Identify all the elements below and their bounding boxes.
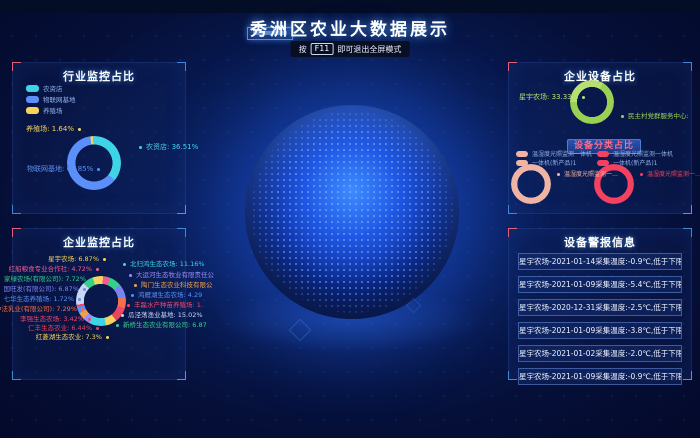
globe-visualization: [245, 105, 459, 319]
category-donut-left: [511, 164, 551, 204]
panel-enterprise-monitor: 企业监控占比 星宇农场: 6.87% 红船粮食专业合作社: 4.72% 家绿农场…: [12, 228, 186, 380]
alarm-row: 星宇农场-2020-12-31采集温度:-2.5℃,低于下限:0℃: [518, 299, 682, 316]
slice-label: 丰磊水产种苗养殖场: 1.: [127, 301, 203, 309]
slice-label: 七华生态养殖场: 1.72%: [4, 295, 81, 303]
category-donut-right: [594, 164, 634, 204]
donut-pointer-label: 温湿度光照监测一…: [557, 171, 618, 179]
alarm-row: 星宇农场-2021-01-09采集温度:-0.9℃,低于下限:0℃: [518, 368, 682, 385]
legend-swatch: [597, 151, 609, 157]
slice-label: 民主村党群服务中心:: [621, 112, 689, 120]
slice-label: 陶门生态农业科技有限公: [134, 281, 213, 289]
slice-label: 中法乳业(有限公司): 7.29%: [0, 305, 84, 313]
donut-pointer-label: 温湿度光照监测一…: [640, 171, 700, 179]
slice-label: 李强生态农场: 3.42%: [20, 315, 91, 323]
dashboard: 秀洲区农业大数据展示 按 F11 即可退出全屏模式 行业监控占比 农资店 物联网…: [0, 0, 700, 438]
fullscreen-hint: 按 F11 即可退出全屏模式: [291, 41, 410, 57]
slice-label: 星宇农场: 33.33%: [519, 93, 585, 101]
panel-industry-monitor: 行业监控占比 农资店 物联网基地 养殖场 养殖场: 1.64% 农资店: 36.…: [12, 62, 186, 214]
legend-item: 物联网基地: [26, 94, 76, 104]
slice-label: 家绿农场(有限公司): 7.72%: [4, 275, 93, 283]
legend-item: 农资店: [26, 83, 63, 93]
slice-label: 星宇农场: 6.87%: [48, 255, 106, 263]
legend-swatch: [26, 96, 39, 103]
legend-label: 养殖场: [43, 105, 63, 115]
panel-title-industry: 行业监控占比: [13, 68, 185, 84]
alarm-row: 星宇农场-2021-01-09采集温度:-5.4℃,低于下限:0℃: [518, 276, 682, 293]
globe-dot-map: [251, 111, 453, 313]
alarm-row: 星宇农场-2021-01-02采集温度:-2.0℃,低于下限:0℃: [518, 345, 682, 362]
hint-prefix: 按: [299, 44, 307, 55]
legend-item: 温湿度光照监测一体机: [516, 149, 592, 158]
slice-label: 红菱湖生态农业: 7.3%: [36, 333, 109, 341]
legend-label: 温湿度光照监测一体机: [613, 149, 673, 158]
legend-swatch: [26, 107, 39, 114]
slice-label: 鸿雁湖生态农场: 4.29: [131, 291, 202, 299]
page-title: 秀洲区农业大数据展示: [0, 15, 700, 40]
legend-item: 养殖场: [26, 105, 63, 115]
slice-label: 国旺发(有限公司): 6.87%: [4, 285, 86, 293]
slice-label: 养殖场: 1.64%: [26, 125, 81, 133]
slice-label: 新桥生态农业有限公司: 6.87: [116, 321, 207, 329]
hint-suffix: 即可退出全屏模式: [337, 44, 401, 55]
industry-donut-chart: [67, 136, 121, 190]
device-donut-chart: [570, 80, 614, 124]
panel-title-alarms: 设备警报信息: [509, 234, 691, 250]
legend-label: 物联网基地: [43, 94, 76, 104]
slice-label: 大运河生态牧业有限责任公: [129, 271, 214, 279]
alarm-list: 星宇农场-2021-01-14采集温度:-0.9℃,低于下限:0℃ 星宇农场-2…: [518, 253, 682, 385]
f11-key-badge: F11: [311, 43, 334, 55]
legend-label: 农资店: [43, 83, 63, 93]
top-bar: [0, 0, 700, 13]
slice-label: 红船粮食专业合作社: 4.72%: [9, 265, 99, 273]
legend-swatch: [516, 151, 528, 157]
slice-label: 仁丰生态农业: 6.44%: [28, 324, 99, 332]
slice-label: 北归鸿生态农场: 11.16%: [123, 260, 205, 268]
legend-label: 温湿度光照监测一体机: [532, 149, 592, 158]
alarm-row: 星宇农场-2021-01-09采集温度:-3.8℃,低于下限:0℃: [518, 322, 682, 339]
slice-label: 物联网基地: 61.85%: [27, 165, 100, 173]
legend-item: 温湿度光照监测一体机: [597, 149, 673, 158]
slice-label: 瓜泾荡渔业基地: 15.02%: [121, 311, 203, 319]
slice-label: 农资店: 36.51%: [139, 143, 198, 151]
panel-device-alarms: 设备警报信息 星宇农场-2021-01-14采集温度:-0.9℃,低于下限:0℃…: [508, 228, 692, 380]
panel-enterprise-device: 企业设备占比 星宇农场: 33.33% 民主村党群服务中心: 设备分类占比 温湿…: [508, 62, 692, 214]
alarm-row: 星宇农场-2021-01-14采集温度:-0.9℃,低于下限:0℃: [518, 253, 682, 270]
panel-title-enterprise-monitor: 企业监控占比: [13, 234, 185, 250]
legend-swatch: [26, 85, 39, 92]
